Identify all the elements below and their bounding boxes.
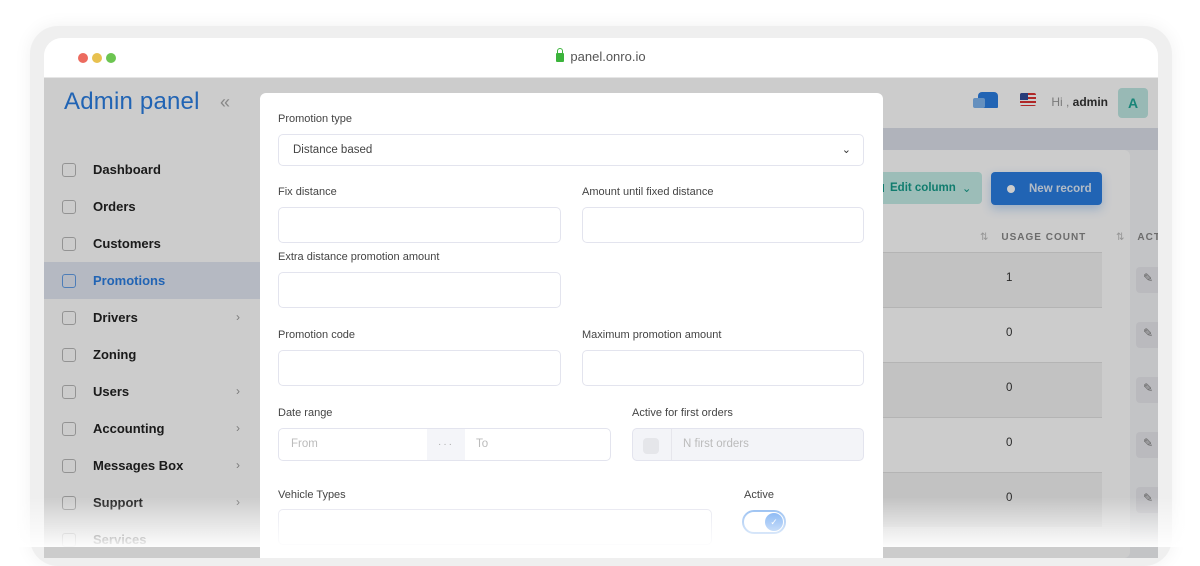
date-separator: ··· xyxy=(427,429,465,460)
amount-until-fixed-distance-input[interactable] xyxy=(582,207,864,243)
browser-window: panel.onro.io Admin panel « Dashboard Or… xyxy=(44,38,1158,558)
date-from-input[interactable]: From xyxy=(291,429,318,460)
fix-distance-input[interactable] xyxy=(278,207,561,243)
screenshot-stage: panel.onro.io Admin panel « Dashboard Or… xyxy=(0,0,1200,566)
first-orders-checkbox[interactable] xyxy=(643,438,659,454)
promotion-code-label: Promotion code xyxy=(278,329,356,341)
first-orders-label: Active for first orders xyxy=(632,407,733,419)
active-label: Active xyxy=(744,489,774,501)
browser-titlebar: panel.onro.io xyxy=(44,38,1158,78)
date-to-input[interactable]: To xyxy=(476,429,488,460)
date-range-picker[interactable]: From ··· To xyxy=(278,428,611,461)
check-icon: ✓ xyxy=(765,513,783,531)
app: Admin panel « Dashboard Orders Customers… xyxy=(44,78,1158,558)
promotion-code-input[interactable] xyxy=(278,350,561,386)
first-orders-field: N first orders xyxy=(632,428,864,461)
vehicle-types-label: Vehicle Types xyxy=(278,489,346,501)
url-text: panel.onro.io xyxy=(570,49,646,64)
address-bar[interactable]: panel.onro.io xyxy=(44,48,1158,64)
lock-icon xyxy=(556,48,565,62)
promotion-type-value: Distance based xyxy=(293,144,373,156)
active-toggle[interactable]: ✓ xyxy=(742,510,786,534)
promotion-form-modal: Promotion type Distance based ⌄ Fix dista… xyxy=(260,93,883,558)
chevron-down-icon: ⌄ xyxy=(841,144,851,156)
promotion-type-select[interactable]: Distance based ⌄ xyxy=(278,134,864,166)
first-orders-input[interactable]: N first orders xyxy=(683,429,749,460)
amount-until-fixed-distance-label: Amount until fixed distance xyxy=(582,186,714,198)
vehicle-types-selector[interactable] xyxy=(278,509,712,545)
date-range-label: Date range xyxy=(278,407,333,419)
promotion-type-label: Promotion type xyxy=(278,113,352,125)
divider xyxy=(671,429,672,460)
max-promotion-amount-label: Maximum promotion amount xyxy=(582,329,722,341)
extra-distance-input[interactable] xyxy=(278,272,561,308)
extra-distance-label: Extra distance promotion amount xyxy=(278,251,440,263)
fix-distance-label: Fix distance xyxy=(278,186,337,198)
max-promotion-amount-input[interactable] xyxy=(582,350,864,386)
